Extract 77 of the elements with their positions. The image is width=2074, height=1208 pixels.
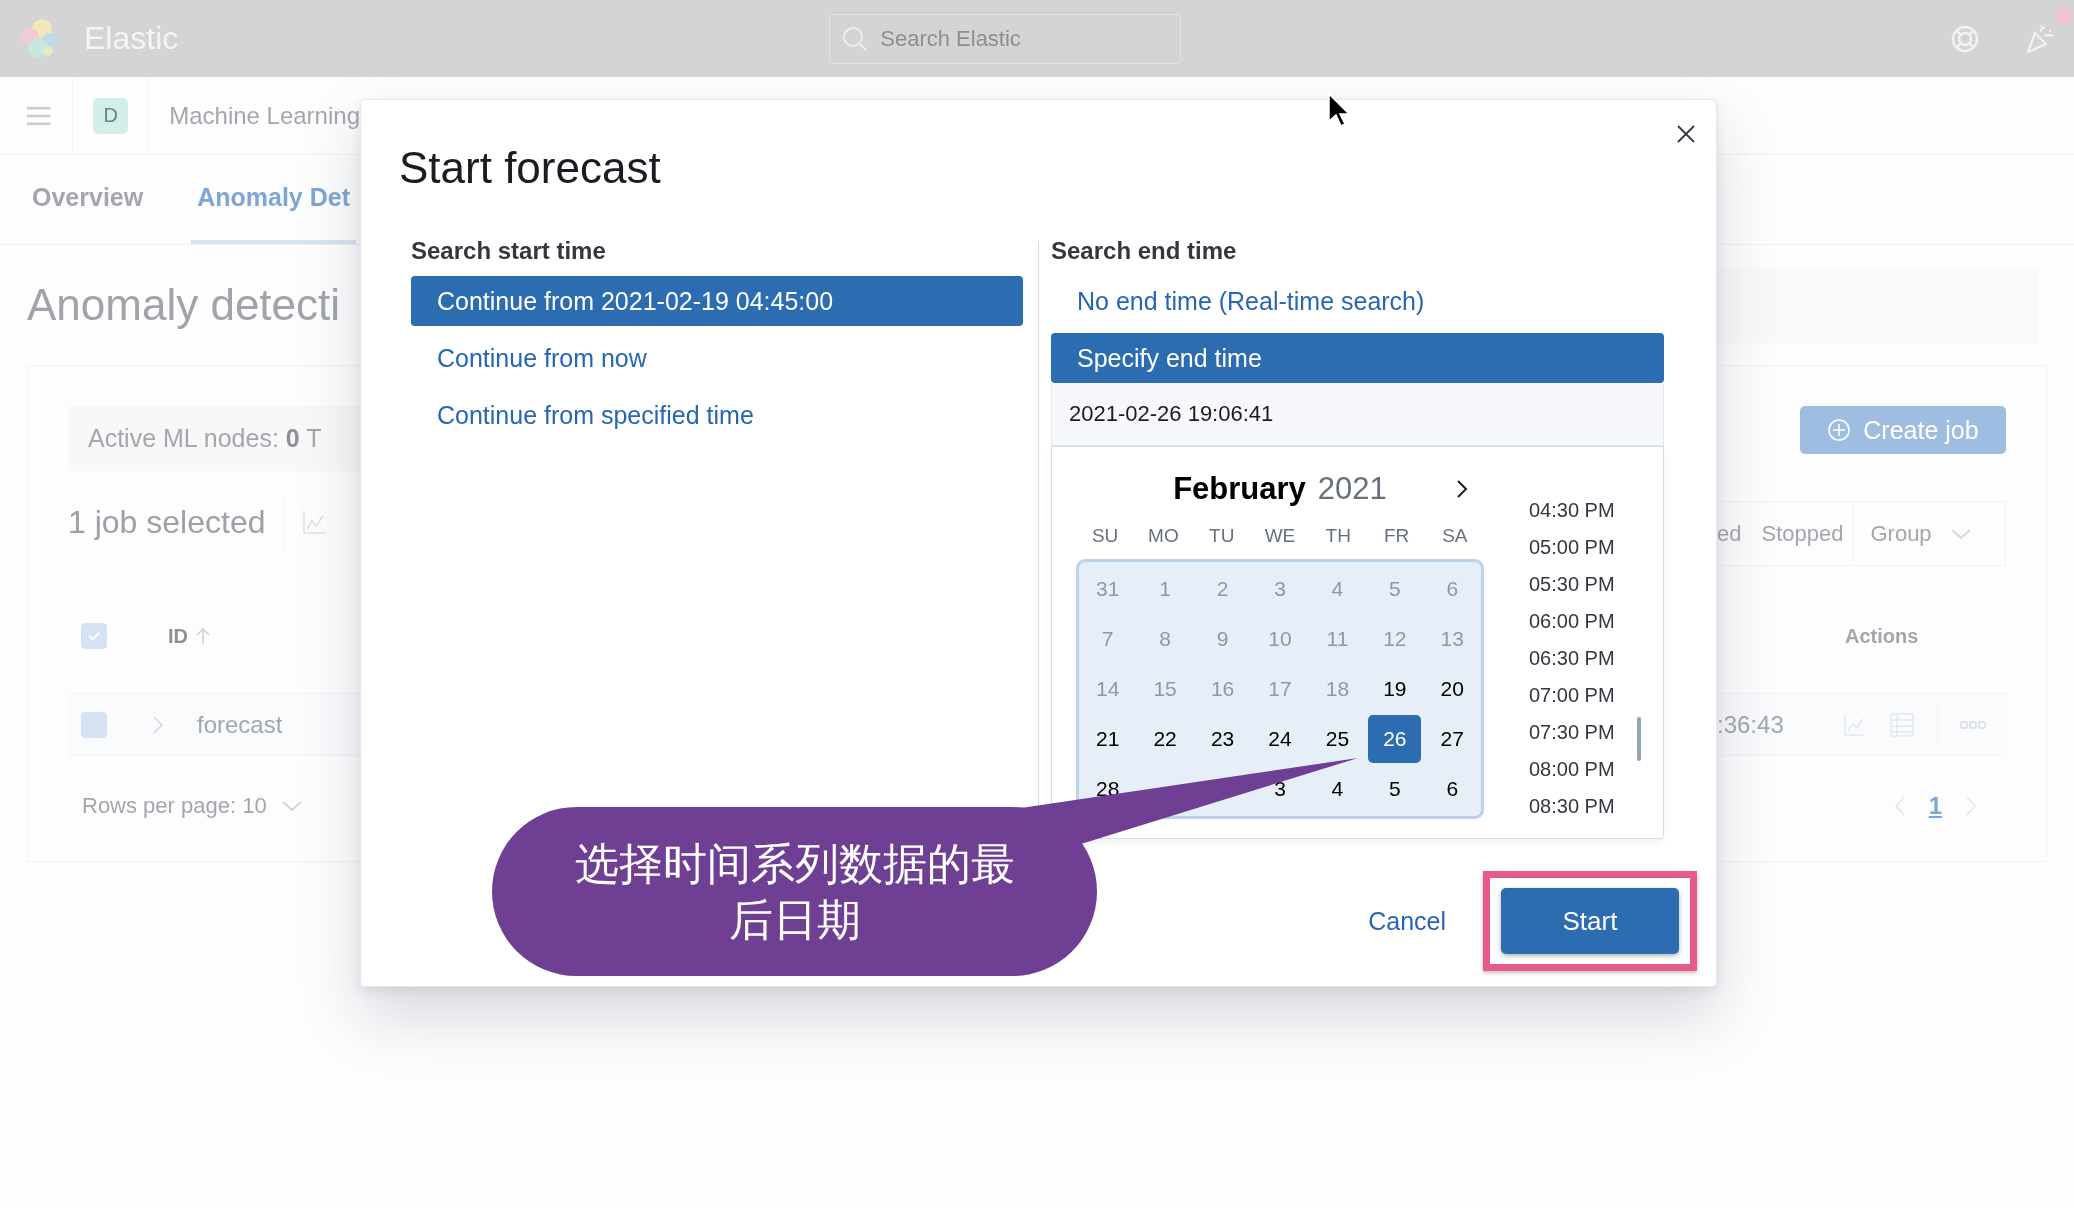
calendar-day[interactable]: 24 (1253, 715, 1307, 763)
weekday-label: MO (1147, 525, 1180, 547)
cancel-button[interactable]: Cancel (1368, 906, 1446, 936)
search-field[interactable]: Search Elastic (829, 13, 1182, 64)
calendar-day[interactable]: 22 (1138, 715, 1192, 763)
page-link[interactable]: 1 (1928, 792, 1942, 820)
search-icon (842, 25, 869, 52)
weekday-label: WE (1263, 525, 1297, 547)
weekday-label: FR (1382, 525, 1411, 547)
table-cell: :36:43 (1717, 710, 1784, 739)
scrollbar[interactable] (1637, 717, 1641, 761)
party-popper-icon[interactable] (2024, 22, 2056, 55)
option[interactable]: Specify end time (1051, 333, 1664, 383)
time-option[interactable]: 08:00 PM (1512, 751, 1637, 788)
chevron-right-icon[interactable] (151, 713, 165, 736)
menu-icon[interactable] (25, 104, 53, 127)
calendar-day[interactable]: 6 (1425, 565, 1479, 613)
month-label[interactable]: February (1173, 471, 1306, 507)
calendar-day[interactable]: 20 (1425, 665, 1479, 713)
chevron-right-icon[interactable] (1964, 794, 1978, 818)
time-option[interactable]: 04:30 PM (1512, 492, 1637, 529)
year-label[interactable]: 2021 (1317, 471, 1387, 507)
section-label: Search start time (411, 236, 607, 266)
close-icon[interactable] (1676, 124, 1696, 144)
chart-icon[interactable] (302, 509, 329, 535)
weekday-label: TU (1208, 525, 1236, 547)
chevron-left-icon[interactable] (1892, 794, 1907, 818)
calendar-day[interactable]: 4 (1310, 765, 1364, 813)
calendar-day[interactable]: 19 (1368, 665, 1422, 713)
calendar-day[interactable]: 9 (1196, 615, 1250, 663)
time-option[interactable]: 07:00 PM (1512, 677, 1637, 714)
start-button[interactable]: Start (1501, 888, 1679, 954)
search-bar[interactable] (1717, 267, 2038, 343)
dialog-title: Start forecast (399, 142, 661, 194)
calendar-day[interactable]: 3 (1253, 565, 1307, 613)
checkbox[interactable] (81, 623, 107, 649)
chevron-down-icon[interactable] (280, 799, 303, 813)
callout-text: 选择时间系列数据的最后日期 (573, 836, 1016, 947)
calendar-day[interactable]: 26 (1368, 715, 1422, 763)
date-field[interactable]: 2021-02-26 19:06:41 (1051, 383, 1664, 446)
calendar-day[interactable]: 5 (1368, 765, 1422, 813)
calendar-day[interactable]: 21 (1081, 715, 1135, 763)
calendar-day[interactable]: 11 (1310, 615, 1364, 663)
calendar-day[interactable]: 18 (1310, 665, 1364, 713)
option[interactable]: Continue from now (411, 333, 1023, 383)
calendar-day[interactable]: 8 (1138, 615, 1192, 663)
weekday-label: SU (1090, 525, 1120, 547)
option[interactable]: No end time (Real-time search) (1051, 276, 1664, 326)
checkbox[interactable] (81, 711, 107, 738)
time-option[interactable]: 06:00 PM (1512, 603, 1637, 640)
tab[interactable]: Anomaly Det (191, 155, 356, 244)
option[interactable]: Continue from 2021-02-19 04:45:00 (411, 276, 1023, 326)
calendar-day[interactable]: 27 (1425, 715, 1479, 763)
time-option[interactable]: 08:30 PM (1512, 788, 1637, 825)
weekday-label: SA (1441, 525, 1469, 547)
calendar-day[interactable]: 23 (1196, 715, 1250, 763)
time-option[interactable]: 07:30 PM (1512, 714, 1637, 751)
calendar-day[interactable]: 25 (1310, 715, 1364, 763)
space-avatar[interactable]: D (93, 97, 129, 134)
help-icon[interactable] (1950, 23, 1980, 54)
table-cell: forecast (197, 710, 283, 739)
time-option[interactable]: 05:00 PM (1512, 529, 1637, 566)
calendar-day[interactable]: 3 (1253, 765, 1307, 813)
calendar-day[interactable]: 31 (1081, 565, 1135, 613)
section-label: Search end time (1051, 236, 1238, 266)
page-title: Anomaly detecti (27, 280, 341, 330)
stats-text: Active ML nodes: 0 T (88, 424, 322, 453)
time-option[interactable]: 05:30 PM (1512, 566, 1637, 603)
calendar-day[interactable]: 6 (1425, 765, 1479, 813)
plus-circle-icon (1827, 418, 1852, 442)
option[interactable]: Continue from specified time (411, 390, 1023, 440)
time-option[interactable]: 06:30 PM (1512, 640, 1637, 677)
chevron-down-icon (1949, 526, 1972, 541)
weekday-label: TH (1324, 525, 1352, 547)
selection-count: 1 job selected (68, 503, 266, 541)
column-header[interactable]: ID (168, 624, 188, 648)
more-icon[interactable] (1960, 719, 1986, 730)
